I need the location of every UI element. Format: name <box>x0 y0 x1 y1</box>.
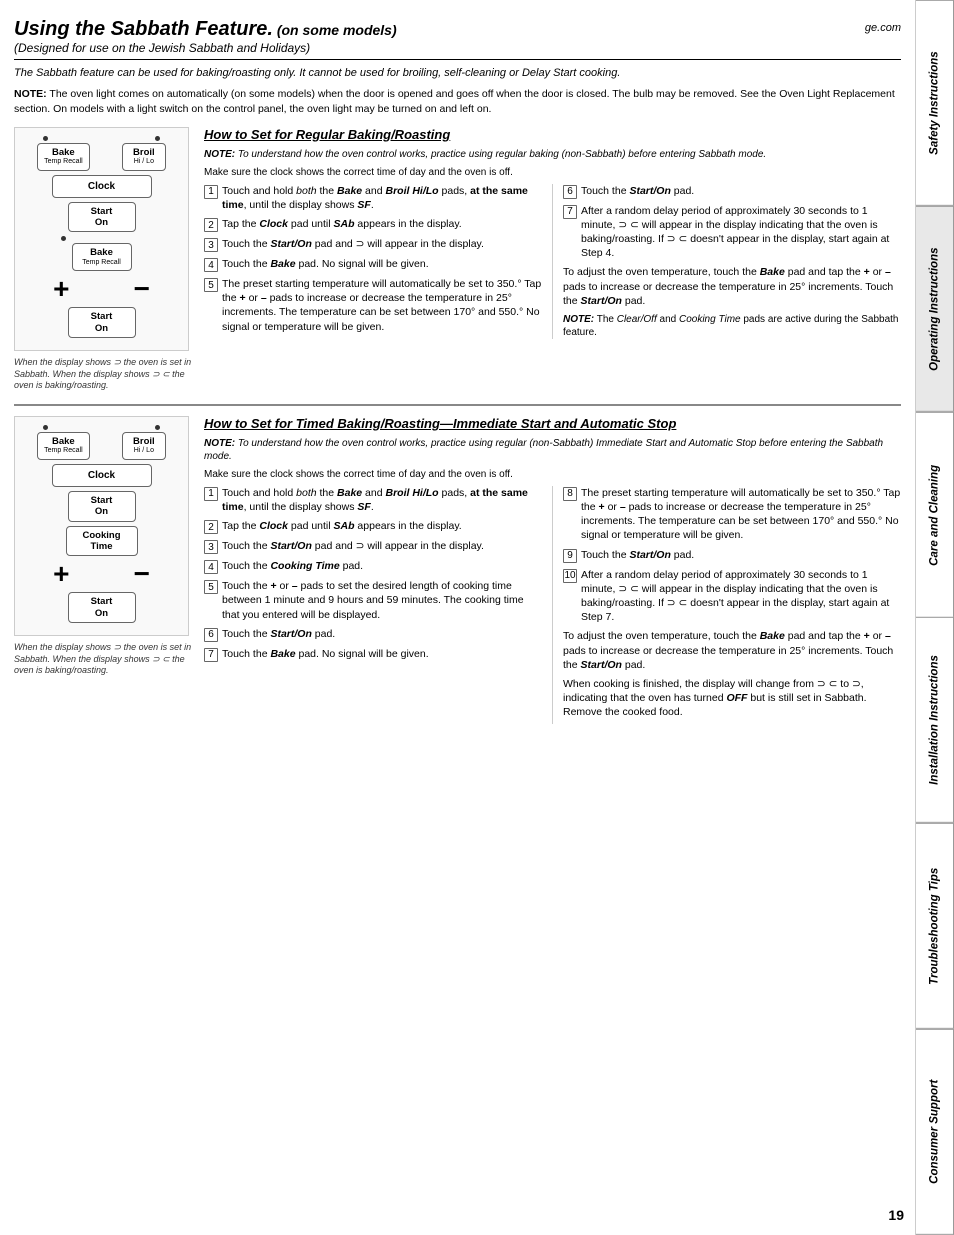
start2-button-s2-row: Start On <box>21 592 182 623</box>
dot-broil-s2 <box>155 425 160 430</box>
oven-diagram-2: Bake Temp Recall Broil Hi / Lo Clock <box>14 416 189 636</box>
bake-button-s2[interactable]: Bake Temp Recall <box>37 432 90 460</box>
step-2-9: 9 Touch the Start/On pad. <box>563 548 901 563</box>
page-number: 19 <box>888 1207 904 1223</box>
step-2-1: 1 Touch and hold both the Bake and Broil… <box>204 486 542 514</box>
broil-button-1[interactable]: Broil Hi / Lo <box>122 143 166 171</box>
step-2-4: 4 Touch the Cooking Time pad. <box>204 559 542 574</box>
tab-installation-instructions[interactable]: Installation Instructions <box>916 617 954 823</box>
tab-consumer-support[interactable]: Consumer Support <box>916 1029 954 1235</box>
ge-com: ge.com <box>865 22 901 34</box>
title-text: Using the Sabbath Feature. <box>14 18 273 40</box>
bake-button-1[interactable]: Bake Temp Recall <box>37 143 90 171</box>
section1-steps-container: 1 Touch and hold both the Bake and Broil… <box>204 184 901 339</box>
title-suffix: (on some models) <box>273 22 397 38</box>
minus-symbol-1[interactable]: − <box>134 275 150 303</box>
section2-steps-left: 1 Touch and hold both the Bake and Broil… <box>204 486 542 724</box>
side-tabs: Safety Instructions Operating Instructio… <box>916 0 954 1235</box>
page-subtitle: (Designed for use on the Jewish Sabbath … <box>14 41 310 55</box>
step-2-6: 6 Touch the Start/On pad. <box>204 627 542 642</box>
intro-text: The Sabbath feature can be used for baki… <box>14 66 901 81</box>
start2-button-s2[interactable]: Start On <box>68 592 136 623</box>
section-regular-baking: Bake Temp Recall Broil Hi / Lo Clock <box>14 127 901 392</box>
section2-left-panel: Bake Temp Recall Broil Hi / Lo Clock <box>14 416 194 724</box>
dot-row-2 <box>21 425 182 430</box>
clock-button-s2[interactable]: Clock <box>52 464 152 487</box>
section2-end-note: When cooking is finished, the display wi… <box>563 677 901 720</box>
step-2-10: 10 After a random delay period of approx… <box>563 568 901 625</box>
section2-steps-right: 8 The preset starting temperature will a… <box>552 486 901 724</box>
clock-button-1-row: Clock <box>21 175 182 198</box>
start-button-s2-row: Start On <box>21 491 182 522</box>
top-buttons-row-2: Bake Temp Recall Broil Hi / Lo <box>21 432 182 460</box>
step-2-3: 3 Touch the Start/On pad and ⊃ will appe… <box>204 539 542 554</box>
start-button-1-row: Start On <box>21 202 182 233</box>
section1-note-end: NOTE: The Clear/Off and Cooking Time pad… <box>563 313 901 339</box>
tab-operating-instructions[interactable]: Operating Instructions <box>916 206 954 412</box>
start2-button-1[interactable]: Start On <box>68 307 136 338</box>
plus-minus-row-1: + − <box>21 275 182 303</box>
step-1-7: 7 After a random delay period of approxi… <box>563 204 901 261</box>
minus-symbol-2[interactable]: − <box>134 560 150 588</box>
top-buttons-row: Bake Temp Recall Broil Hi / Lo <box>21 143 182 171</box>
dot-row-bake2 <box>21 236 182 241</box>
page-title: Using the Sabbath Feature. (on some mode… <box>14 18 397 40</box>
clock-button-s2-row: Clock <box>21 464 182 487</box>
dot-row-1 <box>21 136 182 141</box>
section1-steps-right: 6 Touch the Start/On pad. 7 After a rand… <box>552 184 901 339</box>
section1-make-sure: Make sure the clock shows the correct ti… <box>204 166 901 179</box>
bake2-button[interactable]: Bake Temp Recall <box>72 243 132 271</box>
section-divider <box>14 404 901 406</box>
step-1-5: 5 The preset starting temperature will a… <box>204 277 542 334</box>
diagram-caption-2: When the display shows ⊃ the oven is set… <box>14 642 194 677</box>
start2-button-1-row: Start On <box>21 307 182 338</box>
section2-right-panel: How to Set for Timed Baking/Roasting—Imm… <box>204 416 901 724</box>
dot-bake-s2 <box>43 425 48 430</box>
step-1-3: 3 Touch the Start/On pad and ⊃ will appe… <box>204 237 542 252</box>
section1-note-intro: NOTE: To understand how the oven control… <box>204 148 901 161</box>
section1-left-panel: Bake Temp Recall Broil Hi / Lo Clock <box>14 127 194 392</box>
section2-note-intro: NOTE: To understand how the oven control… <box>204 437 901 463</box>
step-1-1: 1 Touch and hold both the Bake and Broil… <box>204 184 542 212</box>
broil-button-s2[interactable]: Broil Hi / Lo <box>122 432 166 460</box>
section1-steps-left: 1 Touch and hold both the Bake and Broil… <box>204 184 542 339</box>
dot-bake <box>43 136 48 141</box>
step-1-4: 4 Touch the Bake pad. No signal will be … <box>204 257 542 272</box>
bake2-button-row: Bake Temp Recall <box>21 243 182 271</box>
section2-make-sure: Make sure the clock shows the correct ti… <box>204 468 901 481</box>
step-2-5: 5 Touch the + or – pads to set the desir… <box>204 579 542 622</box>
plus-symbol-1[interactable]: + <box>53 275 69 303</box>
section1-right-panel: How to Set for Regular Baking/Roasting N… <box>204 127 901 392</box>
section1-adjust-text: To adjust the oven temperature, touch th… <box>563 265 901 308</box>
cooking-time-button[interactable]: Cooking Time <box>66 526 138 557</box>
step-1-2: 2 Tap the Clock pad until SAb appears in… <box>204 217 542 232</box>
diagram-caption-1: When the display shows ⊃ the oven is set… <box>14 357 194 392</box>
title-row: Using the Sabbath Feature. (on some mode… <box>14 18 901 60</box>
start-button-s2[interactable]: Start On <box>68 491 136 522</box>
step-2-8: 8 The preset starting temperature will a… <box>563 486 901 543</box>
step-1-6: 6 Touch the Start/On pad. <box>563 184 901 199</box>
section2-adjust-text: To adjust the oven temperature, touch th… <box>563 629 901 672</box>
step-2-7: 7 Touch the Bake pad. No signal will be … <box>204 647 542 662</box>
section2-header: How to Set for Timed Baking/Roasting—Imm… <box>204 416 901 431</box>
section2-steps-container: 1 Touch and hold both the Bake and Broil… <box>204 486 901 724</box>
plus-minus-row-2: + − <box>21 560 182 588</box>
section-timed-baking: Bake Temp Recall Broil Hi / Lo Clock <box>14 416 901 724</box>
start-button-1[interactable]: Start On <box>68 202 136 233</box>
oven-diagram-1: Bake Temp Recall Broil Hi / Lo Clock <box>14 127 189 351</box>
tab-troubleshooting-tips[interactable]: Troubleshooting Tips <box>916 823 954 1029</box>
dot-bake2 <box>61 236 66 241</box>
step-2-2: 2 Tap the Clock pad until SAb appears in… <box>204 519 542 534</box>
section1-header: How to Set for Regular Baking/Roasting <box>204 127 901 142</box>
tab-care-and-cleaning[interactable]: Care and Cleaning <box>916 412 954 618</box>
dot-broil <box>155 136 160 141</box>
cooking-time-button-row: Cooking Time <box>21 526 182 557</box>
tab-safety-instructions[interactable]: Safety Instructions <box>916 0 954 206</box>
clock-button-1[interactable]: Clock <box>52 175 152 198</box>
plus-symbol-2[interactable]: + <box>53 560 69 588</box>
note-text: NOTE: The oven light comes on automatica… <box>14 87 901 116</box>
